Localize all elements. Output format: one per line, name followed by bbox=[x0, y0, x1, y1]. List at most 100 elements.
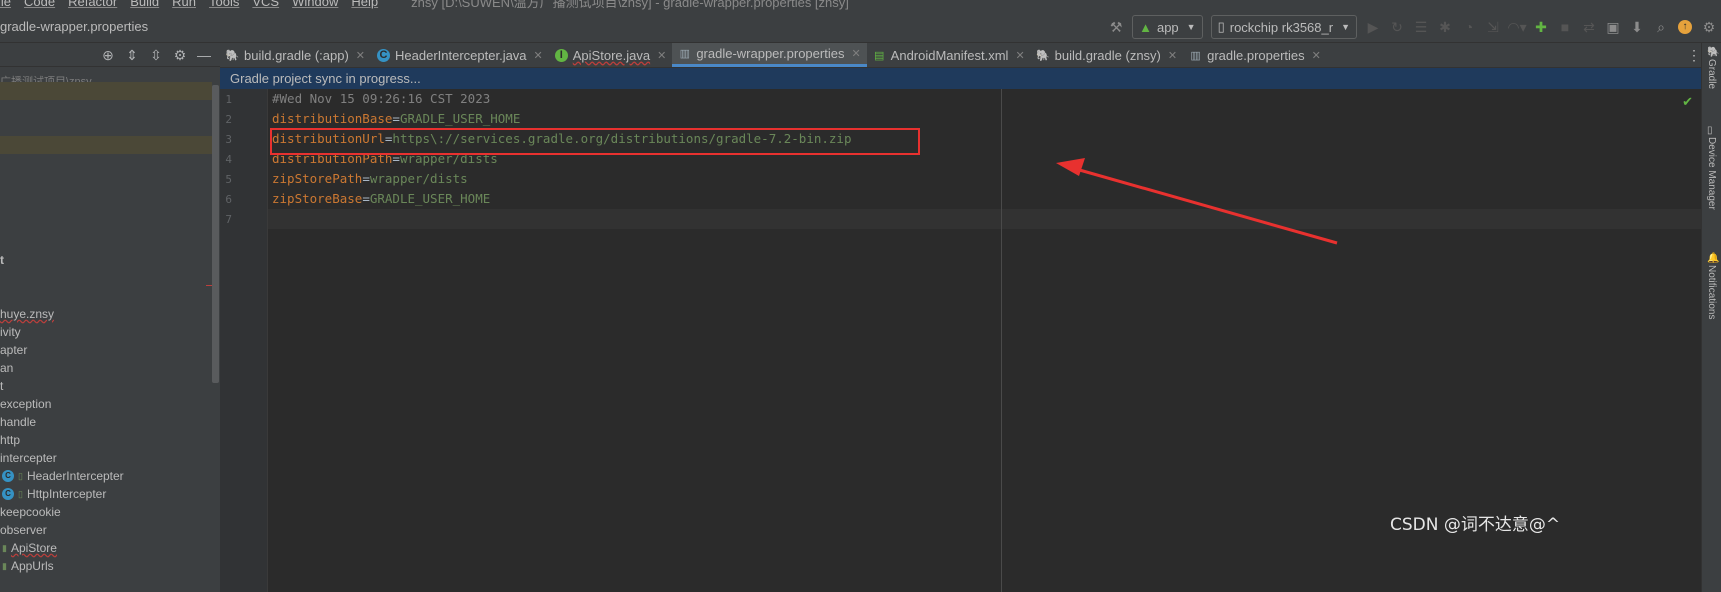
tree-item-label: AppUrls bbox=[10, 559, 54, 573]
notifications-tool-button[interactable]: Notifications bbox=[1706, 265, 1717, 319]
line-number: 7 bbox=[225, 213, 232, 226]
sync-banner: Gradle project sync in progress... bbox=[220, 68, 1721, 89]
close-icon[interactable]: ✕ bbox=[1015, 49, 1024, 62]
close-icon[interactable]: ✕ bbox=[534, 49, 543, 62]
attach-debugger-icon[interactable]: ⇲ bbox=[1481, 15, 1505, 39]
equals-sign: = bbox=[362, 171, 370, 186]
close-icon[interactable]: ✕ bbox=[1312, 49, 1321, 62]
comment-text: #Wed Nov 15 09:26:16 CST 2023 bbox=[272, 91, 491, 106]
tree-item[interactable]: C ▯ HeaderIntercepter bbox=[2, 467, 124, 485]
tree-item-label: HeaderIntercepter bbox=[26, 469, 124, 483]
update-icon[interactable]: ↑ bbox=[1673, 15, 1697, 39]
menu-item[interactable]: Window bbox=[292, 0, 338, 9]
line-number: 4 bbox=[225, 153, 232, 166]
settings-gear-icon[interactable]: ⚙ bbox=[1697, 15, 1721, 39]
coverage-icon[interactable]: ☰ bbox=[1409, 15, 1433, 39]
tree-item[interactable]: C ▯ HttpIntercepter bbox=[2, 485, 106, 503]
close-icon[interactable]: ✕ bbox=[851, 47, 860, 60]
menu-item[interactable]: Run bbox=[172, 0, 196, 9]
tree-item[interactable]: http bbox=[0, 431, 20, 449]
tree-item[interactable]: keepcookie bbox=[0, 503, 61, 521]
device-manager-icon: ▯ bbox=[1707, 125, 1713, 136]
hide-panel-icon[interactable]: — bbox=[192, 44, 216, 66]
tab-label: AndroidManifest.xml bbox=[890, 47, 1009, 63]
expand-all-icon[interactable]: ⇕ bbox=[120, 44, 144, 66]
annotation-highlight-box bbox=[270, 128, 920, 155]
tree-item[interactable]: ▮ ApiStore bbox=[2, 539, 57, 557]
tree-item[interactable]: apter bbox=[0, 341, 27, 359]
tree-item[interactable]: huye.znsy bbox=[0, 305, 54, 323]
menu-item[interactable]: Build bbox=[130, 0, 159, 9]
tab-headerintercepter-java[interactable]: C HeaderIntercepter.java ✕ bbox=[371, 43, 549, 67]
class-icon: C bbox=[377, 48, 391, 62]
editor-tabs: 🐘 build.gradle (:app) ✕ C HeaderIntercepter.… bbox=[220, 43, 1721, 68]
watermark: CSDN @词不达意@^ bbox=[1390, 515, 1561, 535]
tab-build-gradle-app[interactable]: 🐘 build.gradle (:app) ✕ bbox=[220, 43, 371, 67]
tab-label: gradle.properties bbox=[1207, 47, 1305, 63]
search-icon[interactable]: ⌕ bbox=[1649, 15, 1673, 39]
gradle-sync-icon[interactable]: ✚ bbox=[1529, 15, 1553, 39]
device-mirror-icon[interactable]: ▣ bbox=[1601, 15, 1625, 39]
class-icon: C bbox=[2, 470, 14, 482]
device-manager-icon[interactable]: ⇄ bbox=[1577, 15, 1601, 39]
tree-item-label: apter bbox=[0, 343, 28, 357]
more-run-icon[interactable]: ◠▾ bbox=[1505, 15, 1529, 39]
breadcrumb[interactable]: gradle-wrapper.properties bbox=[0, 19, 148, 34]
close-icon[interactable]: ✕ bbox=[1168, 49, 1177, 62]
line-number: 6 bbox=[225, 193, 232, 206]
collapse-all-icon[interactable]: ⇳ bbox=[144, 44, 168, 66]
close-icon[interactable]: ✕ bbox=[657, 49, 666, 62]
navigation-bar: gradle-wrapper.properties ⚒ ▲ app ▼ ▯ ro… bbox=[0, 11, 1721, 43]
property-value: wrapper/dists bbox=[369, 171, 468, 186]
line-number: 2 bbox=[225, 113, 232, 126]
tab-label: build.gradle (znsy) bbox=[1054, 47, 1161, 63]
menu-item[interactable]: Help bbox=[351, 0, 378, 9]
tree-item[interactable]: ivity bbox=[0, 323, 21, 341]
project-scrollbar[interactable] bbox=[212, 85, 219, 383]
run-config-select[interactable]: ▲ app ▼ bbox=[1132, 15, 1203, 39]
properties-icon: ▥ bbox=[1190, 49, 1201, 62]
rerun-icon[interactable]: ↻ bbox=[1385, 15, 1409, 39]
chevron-down-icon: ▼ bbox=[1186, 22, 1196, 32]
more-tabs-icon[interactable]: ⋮ bbox=[1687, 47, 1701, 64]
tab-gradle-properties[interactable]: ▥ gradle.properties ✕ bbox=[1183, 43, 1327, 67]
tree-item[interactable]: exception bbox=[0, 395, 51, 413]
tree-item[interactable]: ▮ AppUrls bbox=[2, 557, 54, 575]
tab-apistore-java[interactable]: I ApiStore.java ✕ bbox=[549, 43, 673, 67]
tab-gradle-wrapper-properties[interactable]: ▥ gradle-wrapper.properties ✕ bbox=[672, 43, 867, 67]
interface-icon: I bbox=[554, 48, 568, 62]
tree-item[interactable]: intercepter bbox=[0, 449, 57, 467]
debug-icon[interactable]: ✱ bbox=[1433, 15, 1457, 39]
tab-androidmanifest-xml[interactable]: ▤ AndroidManifest.xml ✕ bbox=[867, 43, 1031, 67]
interface-icon: ▮ bbox=[2, 560, 7, 571]
menu-bar: ile Code Refactor Build Run Tools VCS Window Hel… bbox=[0, 0, 1721, 11]
project-panel: ⊕ ⇕ ⇳ ⚙ — 广播测试项目\znsy thuye.znsyivityapt… bbox=[0, 43, 220, 592]
device-manager-tool-button[interactable]: Device Manager bbox=[1706, 137, 1717, 210]
tree-item[interactable]: t bbox=[0, 377, 3, 395]
menu-item[interactable]: ile bbox=[0, 0, 11, 9]
profile-icon[interactable]: ◔ bbox=[1457, 15, 1481, 39]
bell-icon: 🔔 bbox=[1707, 253, 1720, 264]
gear-icon[interactable]: ⚙ bbox=[168, 44, 192, 66]
tree-item[interactable]: an bbox=[0, 359, 13, 377]
close-icon[interactable]: ✕ bbox=[356, 49, 365, 62]
locate-target-icon[interactable]: ⊕ bbox=[96, 44, 120, 66]
sdk-manager-icon[interactable]: ⬇ bbox=[1625, 15, 1649, 39]
menu-item[interactable]: Tools bbox=[209, 0, 239, 9]
stop-icon[interactable]: ■ bbox=[1553, 15, 1577, 39]
hammer-build-icon[interactable]: ⚒ bbox=[1104, 15, 1128, 39]
menu-item[interactable]: Code bbox=[24, 0, 55, 9]
device-select[interactable]: ▯ rockchip rk3568_r ▼ bbox=[1210, 15, 1357, 39]
tree-item[interactable]: t bbox=[0, 251, 4, 269]
tree-item-label: huye.znsy bbox=[0, 307, 55, 321]
gradle-tool-button[interactable]: Gradle bbox=[1706, 59, 1717, 89]
run-icon[interactable]: ▶ bbox=[1361, 15, 1385, 39]
line-number: 1 bbox=[225, 93, 232, 106]
menu-item[interactable]: Refactor bbox=[68, 0, 117, 9]
tree-item[interactable]: observer bbox=[0, 521, 47, 539]
phone-icon: ▯ bbox=[1217, 19, 1225, 34]
no-problems-check-icon[interactable]: ✔ bbox=[1682, 94, 1693, 110]
tab-build-gradle-znsy[interactable]: 🐘 build.gradle (znsy) ✕ bbox=[1031, 43, 1183, 67]
tree-item[interactable]: handle bbox=[0, 413, 36, 431]
menu-item[interactable]: VCS bbox=[252, 0, 279, 9]
